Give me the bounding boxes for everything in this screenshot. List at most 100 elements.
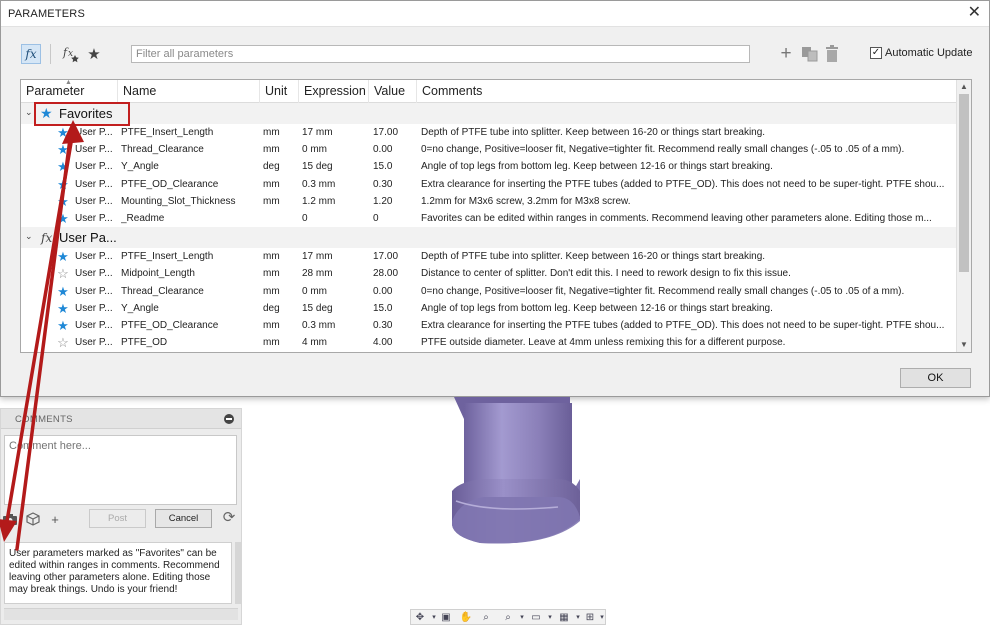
pin-icon[interactable]: + xyxy=(47,511,63,527)
cell-comment[interactable]: Angle of top legs from bottom leg. Keep … xyxy=(421,158,955,175)
table-row[interactable]: ★ User P... PTFE_OD_Clearance mm 0.3 mm 0.30 E… xyxy=(21,317,957,334)
favorite-star-icon[interactable]: ★ xyxy=(56,317,70,334)
cell-expression[interactable]: 4 mm xyxy=(302,334,368,351)
table-row[interactable]: ☆ User P... PTFE_OD mm 4 mm 4.00 PTFE outside … xyxy=(21,334,957,351)
favorite-star-icon[interactable]: ★ xyxy=(56,300,70,317)
cell-expression[interactable]: 1.2 mm xyxy=(302,193,368,210)
group-collapse-icon[interactable]: ⌄ xyxy=(25,107,33,118)
cell-expression[interactable]: 15 deg xyxy=(302,158,368,175)
favorite-star-icon[interactable]: ★ xyxy=(56,210,70,227)
cell-expression[interactable]: 0 mm xyxy=(302,283,368,300)
cell-name[interactable]: PTFE_Insert_Length xyxy=(121,248,259,265)
grid-settings-icon[interactable]: ▦ xyxy=(557,611,571,624)
plus-icon[interactable]: + xyxy=(778,43,794,65)
cell-expression[interactable]: 0 xyxy=(302,210,368,227)
group-header-user-parameters[interactable]: ⌄ fx User Pa... xyxy=(21,227,957,249)
scroll-down-icon[interactable]: ▼ xyxy=(957,338,971,352)
cell-expression[interactable]: 0 mm xyxy=(302,141,368,158)
comment-scrollbar[interactable] xyxy=(235,542,241,604)
trash-icon[interactable] xyxy=(825,45,839,63)
display-dropdown-icon[interactable]: ▾ xyxy=(543,611,557,624)
table-row[interactable]: ★ User P... Thread_Clearance mm 0 mm 0.00 0=no… xyxy=(21,141,957,158)
model-viewport-part[interactable] xyxy=(440,397,590,567)
cell-name[interactable]: Mounting_Slot_Thickness xyxy=(121,193,259,210)
favorite-star-icon[interactable]: ★ xyxy=(56,141,70,158)
table-row[interactable]: ★ User P... Thread_Clearance mm 0 mm 0.00 0=no… xyxy=(21,283,957,300)
viewports-dropdown-icon[interactable]: ▾ xyxy=(595,611,609,624)
cell-comment[interactable]: Extra clearance for inserting the PTFE t… xyxy=(421,176,955,193)
table-row[interactable]: ★ User P... Mounting_Slot_Thickness mm 1.2 m… xyxy=(21,193,957,210)
orbit-icon[interactable]: ✥ xyxy=(413,611,427,624)
refresh-icon[interactable]: ⟳ xyxy=(220,508,238,528)
scrollbar-thumb[interactable] xyxy=(959,94,969,272)
cell-expression[interactable]: 17 mm xyxy=(302,124,368,141)
table-row[interactable]: ★ User P... Y_Angle deg 15 deg 15.0 Angle of t… xyxy=(21,300,957,317)
automatic-update-checkbox[interactable]: ✓ xyxy=(870,47,882,59)
cell-name[interactable]: PTFE_OD_Clearance xyxy=(121,317,259,334)
fit-dropdown-icon[interactable]: ▾ xyxy=(515,611,529,624)
table-row[interactable]: ☆ User P... Midpoint_Length mm 28 mm 28.00 Dis… xyxy=(21,265,957,282)
table-row[interactable]: ★ User P... PTFE_OD_Clearance mm 0.3 mm 0.30 E… xyxy=(21,176,957,193)
collapse-icon[interactable] xyxy=(224,414,234,424)
favorite-star-icon[interactable]: ★ xyxy=(56,248,70,265)
post-button[interactable]: Post xyxy=(89,509,146,528)
scroll-up-icon[interactable]: ▲ xyxy=(957,80,971,94)
cancel-button[interactable]: Cancel xyxy=(155,509,212,528)
favorite-star-icon[interactable]: ★ xyxy=(56,158,70,175)
cube-icon[interactable] xyxy=(25,511,41,527)
column-header-parameter[interactable]: Parameter xyxy=(21,80,118,103)
cell-comment[interactable]: 0=no change, Positive=looser fit, Negati… xyxy=(421,141,955,158)
cell-expression[interactable]: 28 mm xyxy=(302,265,368,282)
table-row[interactable]: ★ User P... Y_Angle deg 15 deg 15.0 Angle of t… xyxy=(21,158,957,175)
favorite-star-icon[interactable]: ★ xyxy=(56,124,70,141)
column-header-unit[interactable]: Unit xyxy=(260,80,299,103)
table-row[interactable]: ★ User P... PTFE_Insert_Length mm 17 mm 17.00… xyxy=(21,124,957,141)
cell-expression[interactable]: 0.3 mm xyxy=(302,176,368,193)
column-header-expression[interactable]: Expression xyxy=(299,80,369,103)
unfavorited-star-icon[interactable]: ☆ xyxy=(56,265,70,282)
automatic-update-toggle[interactable]: ✓ Automatic Update xyxy=(870,47,972,59)
look-at-icon[interactable]: ▣ xyxy=(439,611,453,624)
cell-expression[interactable]: 15 deg xyxy=(302,300,368,317)
favorite-star-icon[interactable]: ★ xyxy=(56,176,70,193)
cell-name[interactable]: Midpoint_Length xyxy=(121,265,259,282)
cell-comment[interactable]: 1.2mm for M3x6 screw, 3.2mm for M3x8 scr… xyxy=(421,193,955,210)
cell-name[interactable]: Y_Angle xyxy=(121,158,259,175)
cell-comment[interactable]: Distance to center of splitter. Don't ed… xyxy=(421,265,955,282)
table-row[interactable]: ★ User P... _Readme 0 0 Favorites can be edit… xyxy=(21,210,957,227)
fit-icon[interactable]: ⌕ xyxy=(501,611,515,624)
cell-name[interactable]: Thread_Clearance xyxy=(121,283,259,300)
cell-name[interactable]: Thread_Clearance xyxy=(121,141,259,158)
column-header-comments[interactable]: Comments xyxy=(417,80,957,103)
table-scrollbar[interactable]: ▲ ▼ xyxy=(956,80,971,352)
cell-name[interactable]: PTFE_OD_Clearance xyxy=(121,176,259,193)
copy-icon[interactable] xyxy=(801,46,819,62)
cell-name[interactable]: PTFE_Insert_Length xyxy=(121,124,259,141)
cell-expression[interactable]: 17 mm xyxy=(302,248,368,265)
favorite-star-icon[interactable]: ★ xyxy=(56,283,70,300)
cell-comment[interactable]: PTFE outside diameter. Leave at 4mm unle… xyxy=(421,334,955,351)
display-settings-icon[interactable]: ▭ xyxy=(529,611,543,624)
cell-comment[interactable]: Favorites can be edited within ranges in… xyxy=(421,210,955,227)
cell-comment[interactable]: 0=no change, Positive=looser fit, Negati… xyxy=(421,283,955,300)
group-header-favorites[interactable]: ⌄ ★ Favorites xyxy=(21,103,957,124)
cell-name[interactable]: PTFE_OD xyxy=(121,334,259,351)
cell-name[interactable]: _Readme xyxy=(121,210,259,227)
column-header-name[interactable]: Name xyxy=(118,80,260,103)
cell-comment[interactable]: Angle of top legs from bottom leg. Keep … xyxy=(421,300,955,317)
zoom-icon[interactable]: ⌕ xyxy=(479,611,493,624)
star-icon[interactable]: ★ xyxy=(85,44,103,64)
filter-input[interactable] xyxy=(131,45,750,63)
cell-comment[interactable]: Depth of PTFE tube into splitter. Keep b… xyxy=(421,124,955,141)
close-icon[interactable]: ✕ xyxy=(968,5,981,21)
cell-comment[interactable]: Extra clearance for inserting the PTFE t… xyxy=(421,317,955,334)
cell-name[interactable]: Y_Angle xyxy=(121,300,259,317)
favorite-star-icon[interactable]: ★ xyxy=(56,193,70,210)
ok-button[interactable]: OK xyxy=(900,368,971,388)
camera-icon[interactable] xyxy=(2,511,18,527)
column-header-value[interactable]: Value xyxy=(369,80,417,103)
cell-expression[interactable]: 0.3 mm xyxy=(302,317,368,334)
pan-icon[interactable]: ✋ xyxy=(459,611,473,624)
fx-icon[interactable]: fx xyxy=(21,44,41,64)
comment-input[interactable] xyxy=(4,435,237,505)
